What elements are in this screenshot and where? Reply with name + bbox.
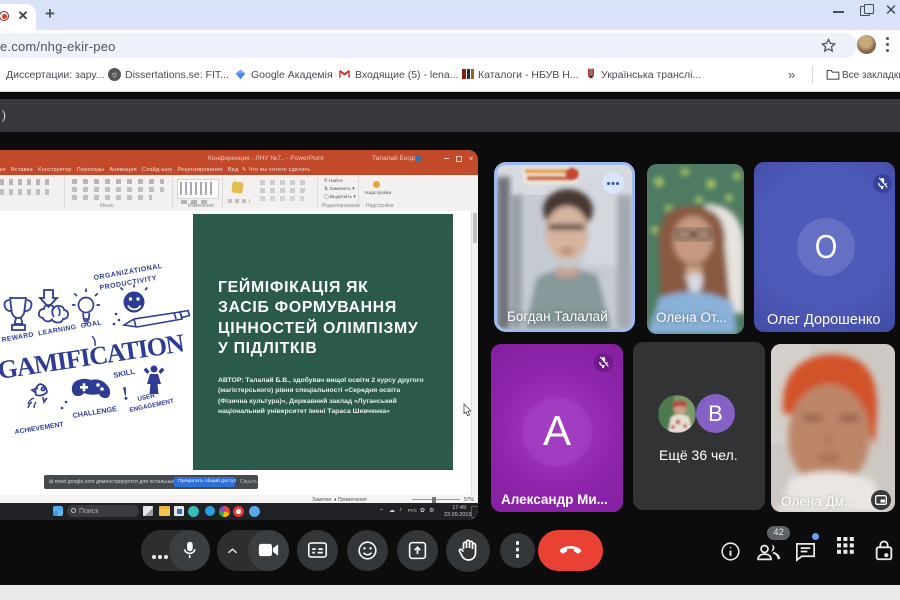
svg-text:REWARD LEARNING GOAL: REWARD LEARNING GOAL [1,319,102,344]
svg-text:ACHIEVEMENT: ACHIEVEMENT [14,421,65,436]
svg-text:CHALLENGE: CHALLENGE [72,404,118,420]
svg-text:ENGAGEMENT: ENGAGEMENT [129,398,175,414]
svg-text:SKILL: SKILL [113,367,136,380]
svg-text:!: ! [121,383,130,405]
